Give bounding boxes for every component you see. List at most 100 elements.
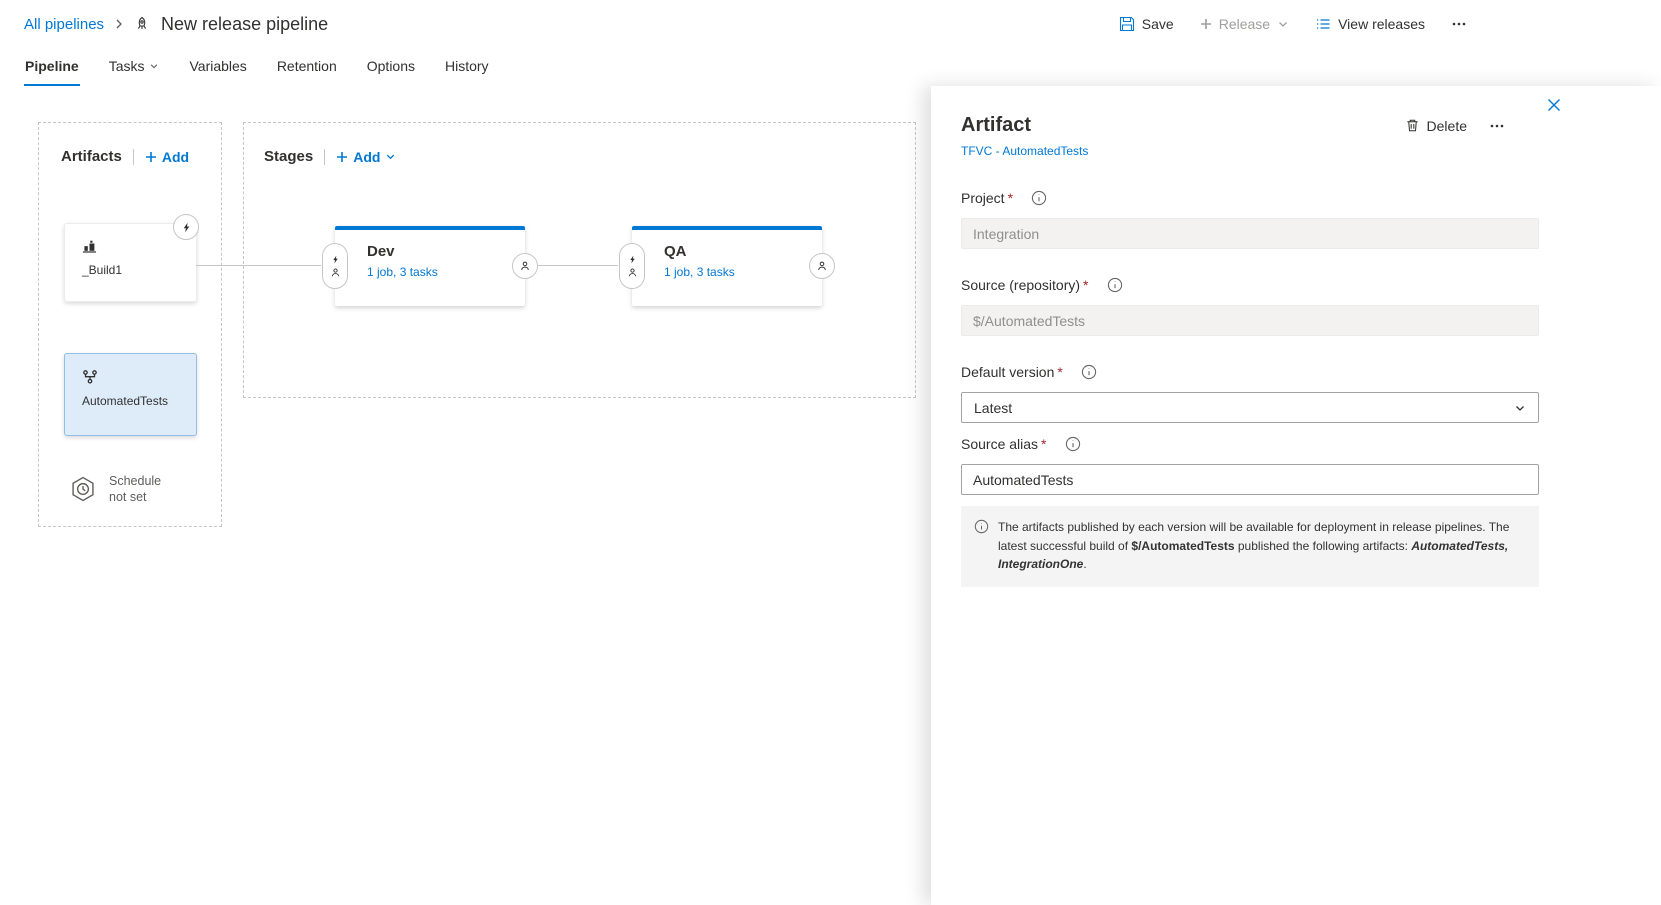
post-deployment-conditions-button[interactable] [512,253,538,279]
panel-more-button[interactable] [1487,116,1507,136]
source-repository-label: Source (repository) [961,277,1080,293]
stage-card-dev[interactable]: Dev 1 job, 3 tasks [335,226,525,306]
stage-name: Dev [367,243,525,260]
view-releases-label: View releases [1338,16,1425,32]
continuous-deployment-trigger-button[interactable] [173,214,199,240]
chevron-down-icon [385,151,396,162]
stage-tasks-link[interactable]: 1 job, 3 tasks [664,265,735,279]
panel-header: Artifact Delete [961,114,1539,137]
artifact-source-link[interactable]: TFVC - AutomatedTests [961,144,1088,158]
info-icon[interactable] [1107,277,1123,293]
tab-history[interactable]: History [444,48,490,86]
chevron-down-icon [1277,18,1289,30]
app-root: All pipelines New release pipeline Sav [0,0,1661,86]
info-icon [974,519,989,534]
artifact-card-automatedtests[interactable]: AutomatedTests [64,353,197,436]
stage-name: QA [664,243,822,260]
artifacts-header: Artifacts Add [39,123,221,165]
project-input [961,218,1539,249]
artifact-info-note: The artifacts published by each version … [961,506,1539,587]
plus-icon [1200,18,1212,30]
tab-pipeline-label: Pipeline [25,58,79,74]
release-button[interactable]: Release [1192,10,1297,38]
info-icon[interactable] [1065,436,1081,452]
pre-deployment-conditions-button[interactable] [619,243,645,289]
page-title: New release pipeline [161,14,328,35]
artifact-card-build1[interactable]: _Build1 [64,223,197,302]
tab-history-label: History [445,58,489,74]
stages-header: Stages Add [244,123,915,165]
delete-artifact-button[interactable]: Delete [1405,118,1467,134]
tab-pipeline[interactable]: Pipeline [24,48,80,86]
required-asterisk: * [1041,436,1046,452]
source-alias-label-row: Source alias * [961,436,1539,452]
tab-retention[interactable]: Retention [276,48,338,86]
required-asterisk: * [1083,277,1088,293]
stage-tasks-link[interactable]: 1 job, 3 tasks [367,265,438,279]
lightning-icon [628,255,637,264]
plus-icon [145,151,157,163]
list-icon [1315,16,1331,32]
trash-icon [1405,118,1420,133]
person-icon [627,267,638,278]
add-stage-label: Add [353,149,380,165]
source-repository-field: Source (repository) * [961,277,1539,336]
close-panel-button[interactable] [1543,94,1565,116]
schedule-trigger-button[interactable]: Schedule not set [69,473,161,506]
pre-deployment-conditions-button[interactable] [322,243,348,289]
info-icon[interactable] [1031,190,1047,206]
default-version-dropdown[interactable]: Latest [961,392,1539,423]
view-releases-button[interactable]: View releases [1307,10,1433,38]
tfvc-repo-icon [82,369,188,385]
stage-card-qa[interactable]: QA 1 job, 3 tasks [632,226,822,306]
tab-options-label: Options [367,58,415,74]
chevron-down-icon [149,61,159,71]
ellipsis-icon [1451,16,1467,32]
tab-options[interactable]: Options [366,48,416,86]
divider [324,149,325,165]
stages-section: Stages Add [243,122,916,398]
artifact-properties-panel: Artifact Delete [931,86,1661,905]
add-stage-button[interactable]: Add [336,149,396,165]
artifacts-section: Artifacts Add _Build1 [38,122,222,527]
project-label: Project [961,190,1005,206]
tab-variables[interactable]: Variables [188,48,247,86]
project-label-row: Project * [961,190,1539,206]
source-repository-input [961,305,1539,336]
save-label: Save [1142,16,1174,32]
tab-tasks[interactable]: Tasks [108,48,161,86]
save-button[interactable]: Save [1111,10,1182,38]
source-alias-field: Source alias * [961,436,1539,495]
source-alias-label: Source alias [961,436,1038,452]
project-field: Project * [961,190,1539,249]
add-artifact-label: Add [162,149,189,165]
person-icon [330,267,341,278]
delete-label: Delete [1427,118,1467,134]
divider [133,149,134,165]
connector-dev-to-qa [537,265,618,266]
lightning-icon [331,255,340,264]
connector-artifact-to-dev [196,265,321,266]
required-asterisk: * [1008,190,1013,206]
artifact-name: AutomatedTests [82,394,188,408]
save-icon [1119,16,1135,32]
stage-body: QA 1 job, 3 tasks [632,230,822,279]
chevron-down-icon [1514,402,1526,414]
artifacts-title: Artifacts [61,148,122,165]
more-actions-button[interactable] [1443,10,1475,38]
note-text: The artifacts published by each version … [998,518,1525,574]
post-deployment-conditions-button[interactable] [809,253,835,279]
schedule-label: Schedule not set [109,473,161,506]
lightning-icon [181,222,192,233]
panel-content: Artifact Delete [931,86,1571,587]
info-icon[interactable] [1081,364,1097,380]
stages-title: Stages [264,148,313,165]
panel-actions: Delete [1405,116,1539,136]
source-alias-input[interactable] [961,464,1539,495]
person-icon [816,260,828,272]
add-artifact-button[interactable]: Add [145,149,189,165]
breadcrumb-all-pipelines[interactable]: All pipelines [24,16,104,33]
ellipsis-icon [1489,118,1505,134]
chevron-right-icon [113,18,125,30]
default-version-field: Default version * Latest [961,364,1539,423]
